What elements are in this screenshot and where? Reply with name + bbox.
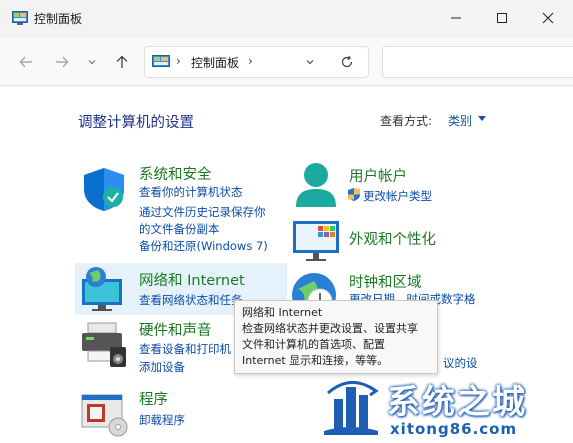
appearance-icon	[293, 221, 339, 261]
link-file-history[interactable]: 通过文件历史记录保存你	[139, 204, 266, 220]
chevron-down-icon	[88, 60, 96, 65]
chevron-down-icon[interactable]	[305, 57, 315, 67]
breadcrumb-separator: ›	[176, 54, 181, 68]
link-file-history-cont[interactable]: 的文件备份副本	[139, 221, 220, 237]
minimize-icon	[451, 17, 461, 19]
page-title: 调整计算机的设置	[78, 115, 194, 131]
breadcrumb-control-panel[interactable]: 控制面板	[191, 54, 239, 71]
tooltip-line: 文件和计算机的首选项、配置	[242, 338, 385, 351]
category-user-accounts[interactable]: 用户帐户	[349, 165, 407, 186]
arrow-left-icon	[19, 56, 32, 68]
printer-icon	[82, 322, 126, 367]
watermark: 系统之城 xitong86.com	[318, 373, 573, 443]
title-bar: 控制面板	[0, 0, 573, 38]
refresh-icon[interactable]	[340, 55, 354, 69]
category-network-internet[interactable]: 网络和 Internet	[139, 269, 245, 290]
category-programs[interactable]: 程序	[139, 388, 168, 409]
tooltip: 网络和 Internet 检查网络状态并更改设置、设置共享 文件和计算机的首选项…	[234, 300, 438, 374]
tooltip-line: 检查网络状态并更改设置、设置共享	[242, 322, 418, 335]
link-check-status[interactable]: 查看你的计算机状态	[139, 184, 243, 200]
programs-icon	[81, 394, 128, 437]
watermark-url: xitong86.com	[390, 420, 518, 438]
category-clock-region[interactable]: 时钟和区域	[349, 271, 422, 292]
link-uninstall-program[interactable]: 卸载程序	[139, 412, 185, 428]
minimize-button[interactable]	[433, 0, 479, 36]
watermark-title: 系统之城	[387, 382, 527, 421]
category-system-security[interactable]: 系统和安全	[139, 163, 212, 184]
window-title: 控制面板	[34, 12, 83, 26]
recent-locations-button[interactable]	[80, 50, 104, 74]
link-devices-printers[interactable]: 查看设备和打印机	[139, 341, 231, 357]
user-icon	[296, 163, 336, 207]
arrow-up-icon	[116, 55, 128, 68]
address-bar[interactable]: › 控制面板 ›	[144, 46, 369, 78]
close-button[interactable]	[525, 0, 571, 36]
control-panel-icon	[152, 55, 170, 67]
tooltip-line: Internet 显示和连接，等等。	[242, 354, 389, 367]
dropdown-arrow-icon[interactable]	[478, 116, 486, 122]
up-button[interactable]	[110, 50, 134, 74]
watermark-logo-icon	[324, 381, 379, 435]
arrow-right-icon	[56, 56, 69, 68]
breadcrumb-separator[interactable]: ›	[248, 54, 253, 68]
shield-icon	[84, 168, 124, 211]
uac-shield-icon	[348, 188, 360, 201]
link-change-account-type[interactable]: 更改帐户类型	[363, 188, 432, 204]
address-toolbar: › 控制面板 ›	[0, 38, 573, 86]
forward-button[interactable]	[50, 50, 74, 74]
link-add-device[interactable]: 添加设备	[139, 359, 185, 375]
maximize-button[interactable]	[479, 0, 525, 36]
back-button[interactable]	[14, 50, 38, 74]
category-appearance[interactable]: 外观和个性化	[349, 228, 436, 249]
view-by-label: 查看方式:	[380, 114, 433, 128]
link-backup-restore[interactable]: 备份和还原(Windows 7)	[139, 238, 268, 254]
search-input[interactable]	[382, 46, 573, 78]
view-by-dropdown[interactable]: 类别	[448, 112, 472, 129]
link-network-status[interactable]: 查看网络状态和任务	[139, 292, 243, 308]
maximize-icon	[497, 13, 507, 23]
close-icon	[542, 12, 554, 24]
control-panel-icon	[12, 11, 28, 25]
link-ease-access-partial[interactable]: 议的设	[443, 355, 478, 371]
category-hardware-sound[interactable]: 硬件和声音	[139, 319, 212, 340]
network-globe-icon	[82, 267, 122, 311]
tooltip-line: 网络和 Internet	[242, 306, 323, 319]
